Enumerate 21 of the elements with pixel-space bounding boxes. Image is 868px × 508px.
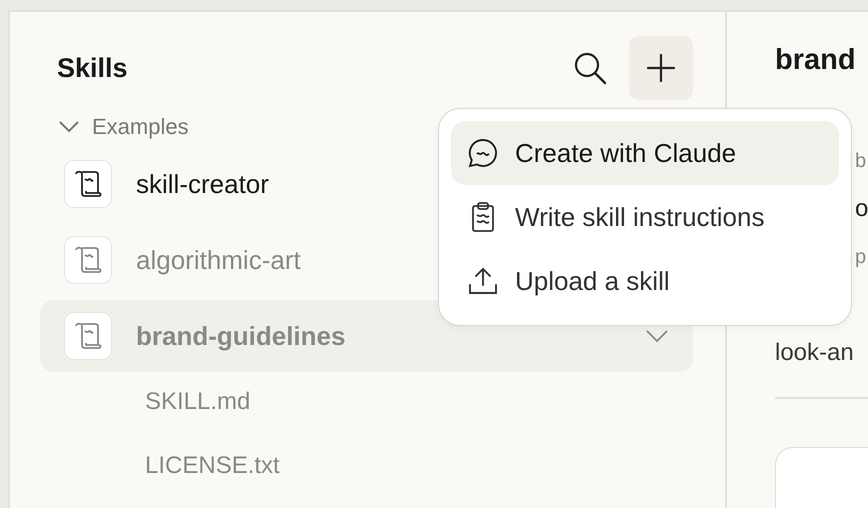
detail-text: look-an	[775, 338, 854, 368]
upload-icon	[467, 265, 499, 297]
file-item[interactable]: SKILL.md	[145, 386, 693, 436]
menu-item[interactable]: Write skill instructions	[451, 185, 839, 249]
detail-text: o	[855, 194, 868, 224]
chevron-icon	[58, 120, 80, 134]
plus-icon	[646, 53, 676, 83]
chat-bubble-icon	[467, 137, 499, 169]
sidebar-title: Skills	[56, 52, 128, 84]
add-button[interactable]	[629, 36, 693, 100]
skill-title: brand	[775, 44, 857, 78]
scroll-icon	[73, 245, 103, 275]
chevron-icon[interactable]	[645, 329, 669, 343]
scroll-icon	[73, 169, 103, 199]
detail-text: p	[855, 245, 866, 270]
group-toggle[interactable]: Examples	[58, 114, 189, 140]
scroll-icon	[73, 321, 103, 351]
detail-text: b	[855, 149, 866, 174]
file-item[interactable]: LICENSE.txt	[145, 450, 693, 500]
search-icon[interactable]	[573, 51, 607, 85]
menu-item[interactable]: Create with Claude	[451, 121, 839, 185]
